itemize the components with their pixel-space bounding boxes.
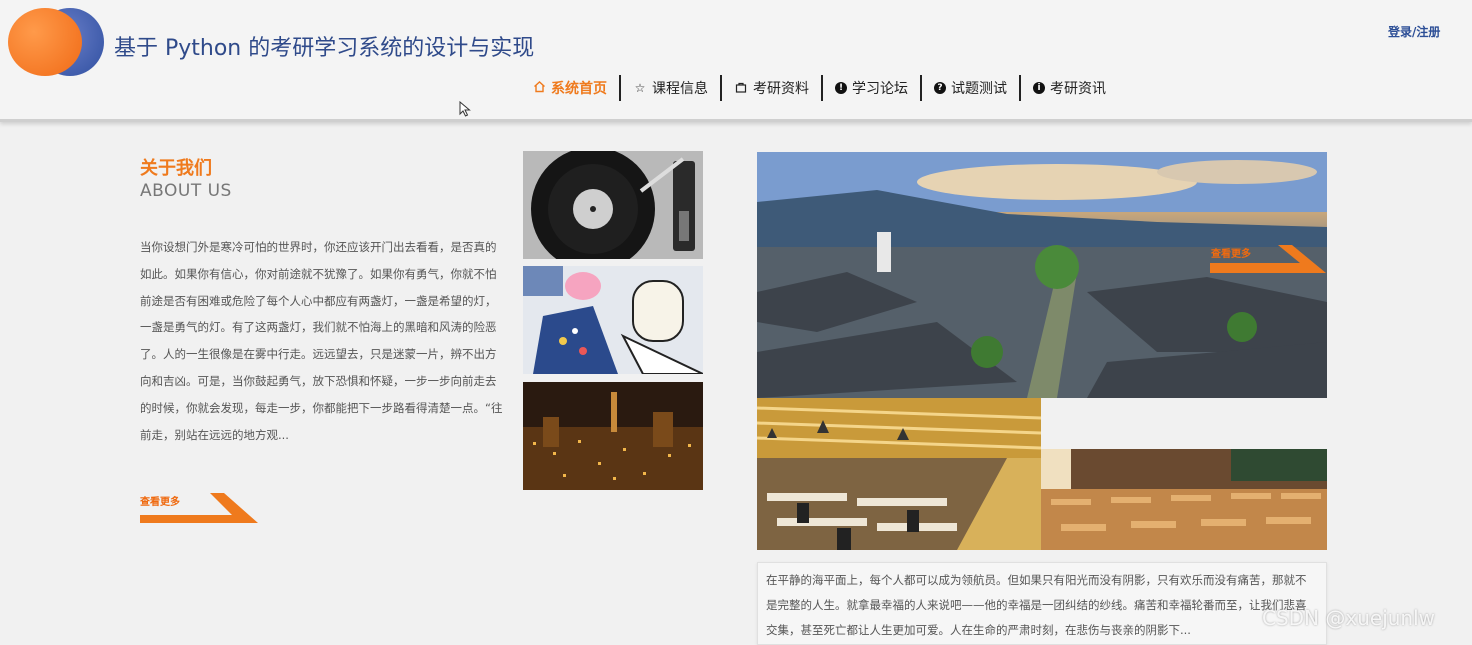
nav-item-forum[interactable]: ! 学习论坛 (823, 74, 920, 102)
office-photo (757, 398, 1041, 550)
gallery-more-link[interactable]: 查看更多 (1211, 245, 1251, 260)
question-icon: ? (934, 82, 946, 94)
site-title: 基于 Python 的考研学习系统的设计与实现 (114, 36, 535, 61)
exclamation-icon: ! (835, 82, 847, 94)
nav-label: 考研资料 (753, 81, 809, 97)
about-subtitle: ABOUT US (140, 181, 232, 201)
nav-item-materials[interactable]: 考研资料 (722, 74, 821, 102)
nav-label: 试题测试 (951, 81, 1007, 97)
bag-icon (734, 81, 748, 96)
nav-label: 考研资讯 (1050, 81, 1106, 97)
gallery-caption-card: 在平静的海平面上，每个人都可以成为领航员。但如果只有阳光而没有阴影，只有欢乐而没… (757, 562, 1327, 645)
home-icon (532, 80, 546, 96)
nav-label: 系统首页 (551, 81, 607, 97)
login-register-link[interactable]: 登录/注册 (1388, 23, 1440, 40)
nav-item-home[interactable]: 系统首页 (520, 74, 619, 102)
record-player-image (523, 151, 703, 259)
nav-label: 学习论坛 (852, 81, 908, 97)
about-title: 关于我们 (140, 158, 212, 179)
about-more-link[interactable]: 查看更多 (140, 493, 180, 508)
info-icon: i (1033, 82, 1045, 94)
nav-label: 课程信息 (652, 81, 708, 97)
nav-item-tests[interactable]: ? 试题测试 (922, 74, 1019, 102)
main-nav: 系统首页 ☆ 课程信息 考研资料 ! 学习论坛 ? 试题测试 i 考研资讯 (520, 74, 1118, 102)
about-paragraph: 当你设想门外是寒冷可怕的世界时，你还应该开门出去看看，是否真的如此。如果你有信心… (140, 240, 503, 442)
city-night-image (523, 382, 703, 490)
site-logo[interactable] (8, 8, 108, 78)
illustration-image (523, 266, 703, 374)
gallery-caption-text: 在平静的海平面上，每个人都可以成为领航员。但如果只有阳光而没有阴影，只有欢乐而没… (766, 573, 1307, 637)
nav-item-news[interactable]: i 考研资讯 (1021, 74, 1118, 102)
site-header: 基于 Python 的考研学习系统的设计与实现 登录/注册 系统首页 ☆ 课程信… (0, 0, 1472, 122)
star-icon: ☆ (634, 81, 646, 95)
mouse-cursor-icon (459, 101, 471, 117)
classroom-photo (1041, 449, 1327, 550)
logo-orange-circle (8, 8, 82, 76)
csdn-watermark: CSDN @xuejunlw (1262, 606, 1436, 630)
nav-item-courses[interactable]: ☆ 课程信息 (621, 74, 720, 102)
